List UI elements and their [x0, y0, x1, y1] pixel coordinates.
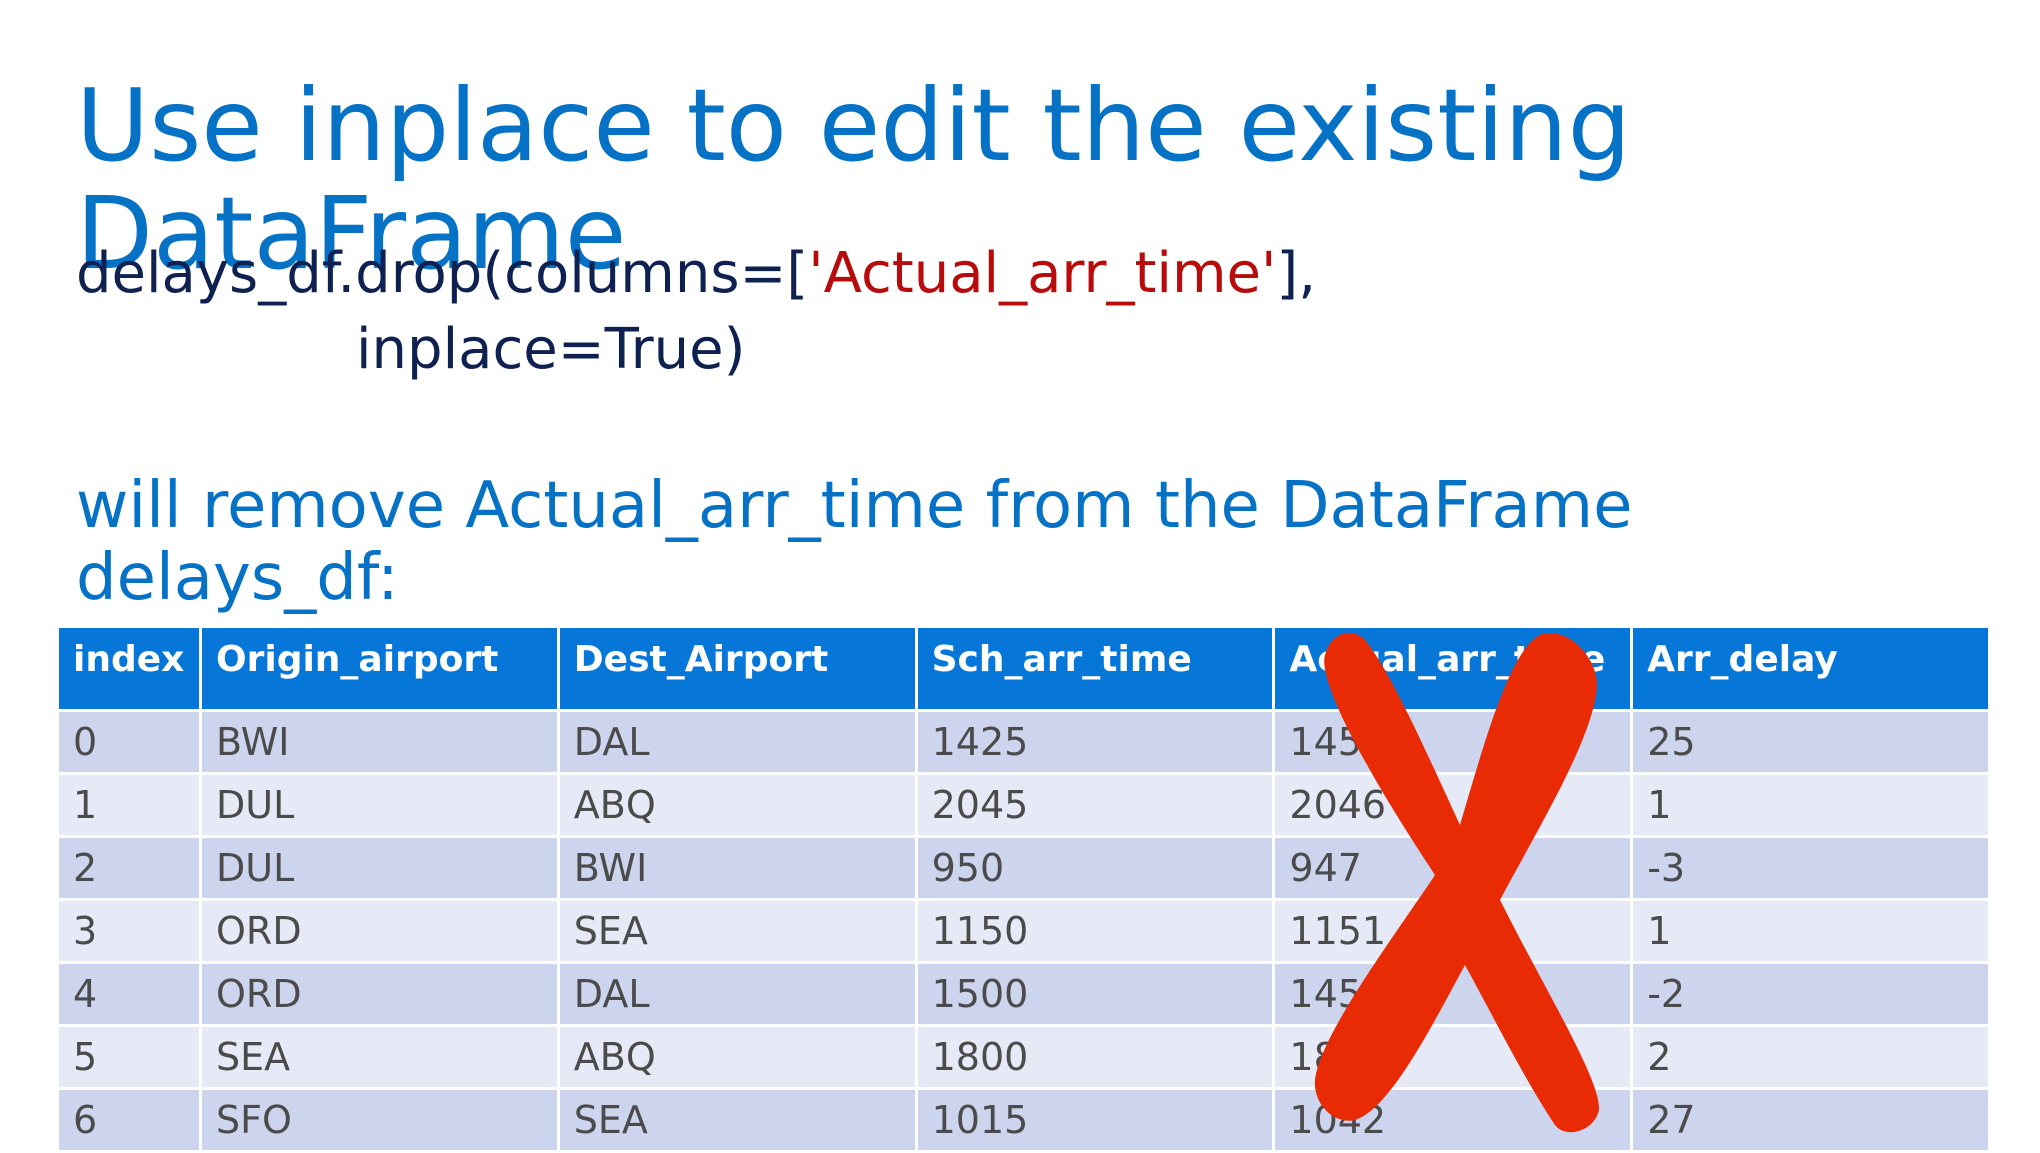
code-snippet: delays_df.drop(columns=['Actual_arr_time…: [76, 236, 1316, 388]
cell-actual-arr: 947: [1272, 835, 1634, 901]
cell-index: 6: [56, 1087, 202, 1153]
cell-sch-arr: 950: [914, 835, 1276, 901]
header-dest-airport: Dest_Airport: [556, 625, 918, 712]
table-row: 5 SEA ABQ 1800 1802 2: [56, 1024, 1991, 1090]
header-index: index: [56, 625, 202, 712]
table-row: 0 BWI DAL 1425 1450 25: [56, 709, 1991, 775]
cell-sch-arr: 1425: [914, 709, 1276, 775]
cell-actual-arr: 1450: [1272, 709, 1634, 775]
cell-index: 1: [56, 772, 202, 838]
description-text: will remove Actual_arr_time from the Dat…: [76, 469, 1633, 615]
table-row: 3 ORD SEA 1150 1151 1: [56, 898, 1991, 964]
table-header-row: index Origin_airport Dest_Airport Sch_ar…: [56, 625, 1991, 712]
cell-dest: BWI: [556, 835, 918, 901]
cell-arr-delay: 1: [1630, 898, 1991, 964]
header-sch-arr-time: Sch_arr_time: [914, 625, 1276, 712]
cell-index: 5: [56, 1024, 202, 1090]
cell-actual-arr: 1042: [1272, 1087, 1634, 1153]
cell-actual-arr: 1151: [1272, 898, 1634, 964]
cell-sch-arr: 1150: [914, 898, 1276, 964]
cell-dest: SEA: [556, 898, 918, 964]
dataframe-table: index Origin_airport Dest_Airport Sch_ar…: [56, 625, 1991, 1153]
cell-index: 4: [56, 961, 202, 1027]
header-arr-delay: Arr_delay: [1630, 625, 1991, 712]
cell-origin: SEA: [199, 1024, 560, 1090]
table-row: 2 DUL BWI 950 947 -3: [56, 835, 1991, 901]
cell-dest: SEA: [556, 1087, 918, 1153]
cell-sch-arr: 1800: [914, 1024, 1276, 1090]
cell-arr-delay: -3: [1630, 835, 1991, 901]
cell-dest: ABQ: [556, 772, 918, 838]
cell-index: 3: [56, 898, 202, 964]
cell-actual-arr: 2046: [1272, 772, 1634, 838]
code-line-2: inplace=True): [356, 317, 746, 382]
cell-origin: SFO: [199, 1087, 560, 1153]
cell-arr-delay: 2: [1630, 1024, 1991, 1090]
table-row: 1 DUL ABQ 2045 2046 1: [56, 772, 1991, 838]
cell-origin: DUL: [199, 835, 560, 901]
cell-index: 0: [56, 709, 202, 775]
cell-index: 2: [56, 835, 202, 901]
cell-origin: ORD: [199, 961, 560, 1027]
cell-dest: DAL: [556, 709, 918, 775]
cell-arr-delay: 27: [1630, 1087, 1991, 1153]
header-origin-airport: Origin_airport: [199, 625, 560, 712]
cell-sch-arr: 1015: [914, 1087, 1276, 1153]
code-prefix: delays_df.drop(columns=[: [76, 241, 809, 306]
cell-origin: ORD: [199, 898, 560, 964]
cell-origin: BWI: [199, 709, 560, 775]
code-suffix: ],: [1276, 241, 1317, 306]
table-row: 4 ORD DAL 1500 1458 -2: [56, 961, 1991, 1027]
code-string-argument: 'Actual_arr_time': [808, 241, 1277, 306]
cell-sch-arr: 2045: [914, 772, 1276, 838]
cell-dest: ABQ: [556, 1024, 918, 1090]
cell-arr-delay: 1: [1630, 772, 1991, 838]
header-actual-arr-time: Actual_arr_time: [1272, 625, 1634, 712]
cell-dest: DAL: [556, 961, 918, 1027]
table-row: 6 SFO SEA 1015 1042 27: [56, 1087, 1991, 1153]
cell-arr-delay: 25: [1630, 709, 1991, 775]
cell-sch-arr: 1500: [914, 961, 1276, 1027]
cell-arr-delay: -2: [1630, 961, 1991, 1027]
cell-actual-arr: 1458: [1272, 961, 1634, 1027]
cell-origin: DUL: [199, 772, 560, 838]
cell-actual-arr: 1802: [1272, 1024, 1634, 1090]
